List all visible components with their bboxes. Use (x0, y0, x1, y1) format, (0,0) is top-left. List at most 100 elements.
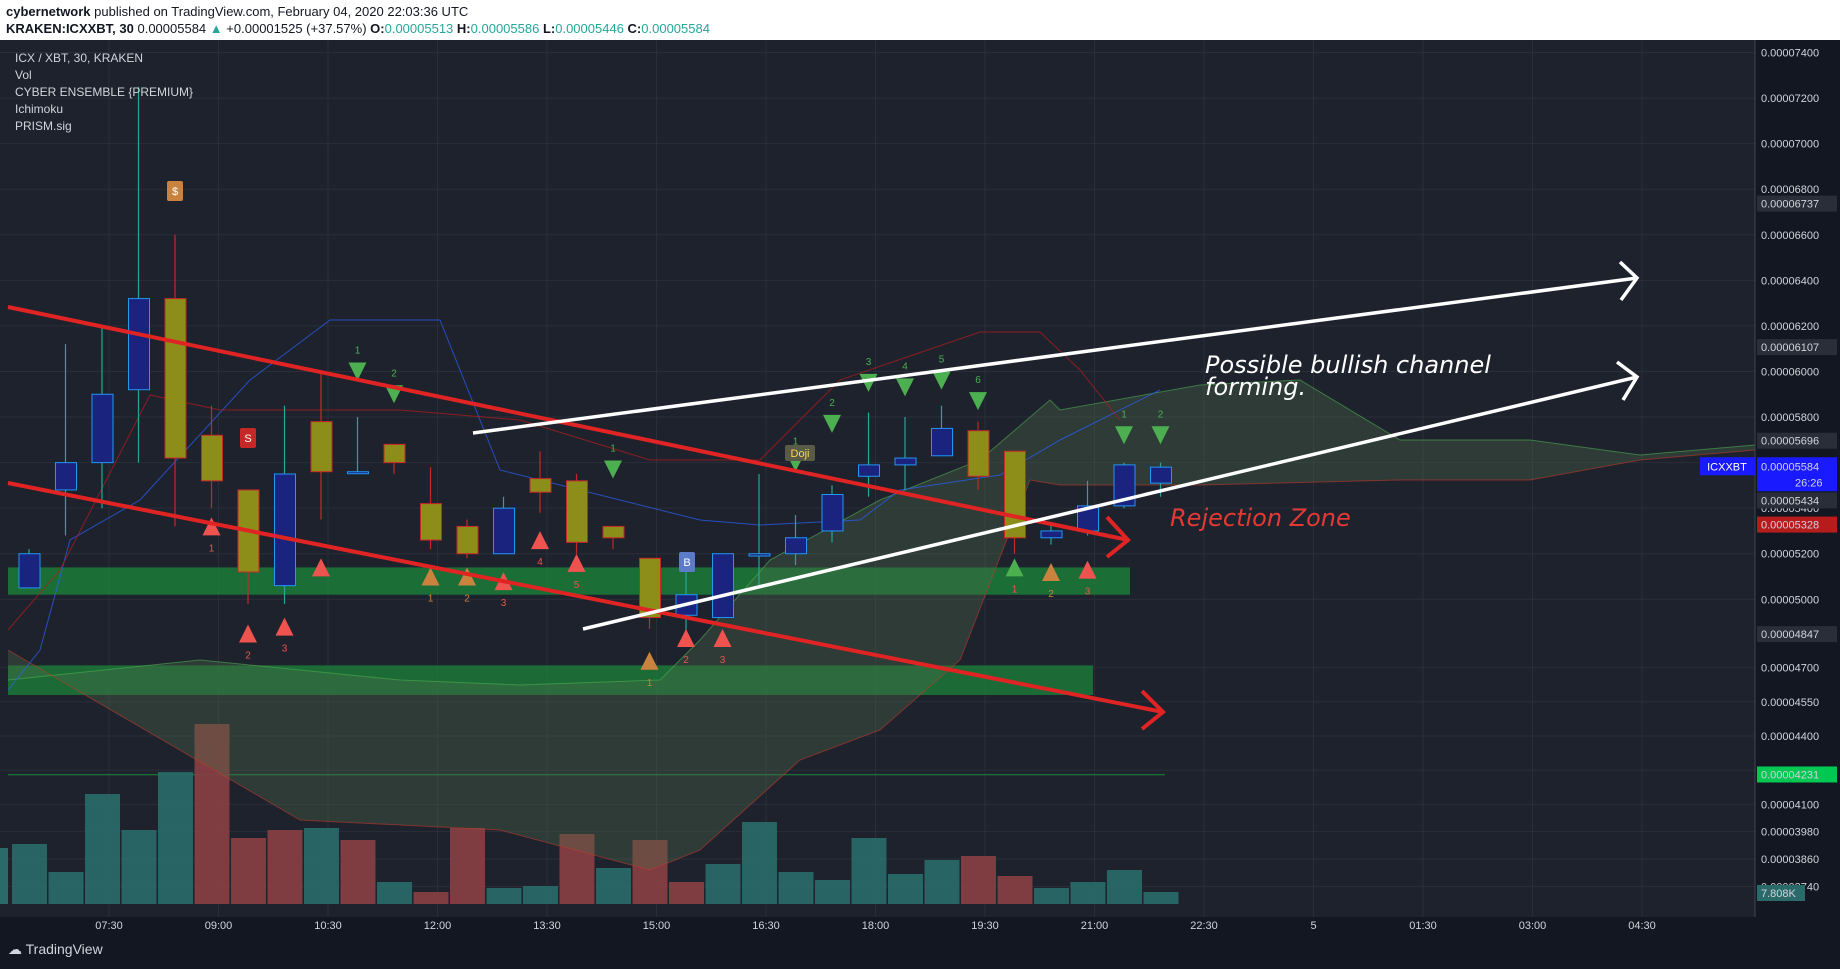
tradingview-logo[interactable]: ☁ TradingView (8, 941, 103, 958)
legend-item: CYBER ENSEMBLE {PREMIUM} (15, 85, 193, 99)
candle-body (712, 553, 734, 619)
volume-bar (12, 844, 47, 904)
sell-badge-text: S (244, 433, 251, 445)
price-tick-label: 0.00006600 (1761, 230, 1819, 242)
time-tick-label: 09:00 (205, 920, 233, 932)
volume-bar (0, 848, 8, 904)
volume-bar (742, 822, 777, 904)
channel-annotation-2: forming. (1205, 373, 1306, 401)
candle-body (310, 421, 333, 473)
price-label-text: 0.00005434 (1761, 495, 1819, 507)
candle-body (347, 471, 369, 475)
sell-signal-triangle (604, 460, 622, 479)
volume-bar (778, 872, 814, 904)
volume-bar (85, 794, 120, 904)
volume-bar (450, 828, 485, 904)
legend-item: Vol (15, 68, 32, 82)
candle-body (274, 473, 296, 587)
signal-count-label: 1 (355, 345, 361, 356)
open-label: O: (370, 21, 385, 36)
volume-bar (961, 856, 996, 904)
symbol-tag-text: ICXXBT (1707, 461, 1747, 473)
countdown-text: 26:26 (1795, 477, 1823, 489)
buy-badge-text: B (683, 557, 690, 569)
price-tick-label: 0.00006800 (1761, 184, 1819, 196)
candle-body (785, 537, 807, 555)
volume-bar (815, 880, 850, 904)
volume-bar (1034, 888, 1069, 904)
price-label-text: 0.00005328 (1761, 520, 1819, 532)
price-tick-label: 0.00003980 (1761, 827, 1819, 839)
volume-bar (1070, 882, 1106, 904)
candle-body (748, 553, 771, 557)
volume-bar (158, 772, 193, 904)
buy-signal-triangle (239, 624, 257, 643)
candle-body (456, 525, 479, 555)
volume-bar (121, 830, 157, 904)
legend-item: PRISM.sig (15, 119, 72, 133)
publish-line: cybernetwork published on TradingView.co… (6, 4, 468, 19)
time-axis[interactable]: 07:30 09:00 10:30 12:00 13:30 15:00 16:30 18:00… (0, 917, 1840, 932)
volume-bar (231, 838, 266, 904)
signal-count-label: 3 (866, 357, 872, 368)
price-chart[interactable]: 121123 4561 21233452 331 2121S$BDoji Possibl… (0, 40, 1840, 932)
ohlc-line: KRAKEN:ICXXBT, 30 0.00005584 ▲ +0.000015… (6, 21, 710, 36)
price-label-text: 0.00006737 (1761, 199, 1819, 211)
volume-bar (1143, 892, 1179, 904)
tradingview-icon: ☁ (8, 941, 22, 957)
signal-count-label: 5 (574, 580, 580, 591)
volume-bar (1107, 870, 1142, 904)
time-tick-label: 18:00 (862, 920, 890, 932)
author-name[interactable]: cybernetwork (6, 4, 91, 19)
candle-body (529, 478, 552, 493)
price-tick-label: 0.00005800 (1761, 412, 1819, 424)
volume-bar (669, 882, 704, 904)
legend-item: Ichimoku (15, 102, 63, 116)
last-price: 0.00005584 (137, 21, 207, 36)
buy-signal-triangle (531, 531, 549, 550)
price-tick-label: 0.00006400 (1761, 275, 1819, 287)
signal-count-label: 5 (939, 355, 945, 366)
price-tick-label: 0.00003860 (1761, 854, 1819, 866)
ichimoku-cloud (7, 319, 1756, 871)
signal-count-label: 2 (245, 650, 251, 661)
price-label-text: 0.00004231 (1761, 769, 1819, 781)
high-value: 0.00005586 (470, 21, 540, 36)
time-tick-label: 21:00 (1081, 920, 1109, 932)
volume-bar (267, 830, 303, 904)
time-axis-bg (0, 917, 1840, 932)
indicator-legend: ICX / XBT, 30, KRAKEN Vol CYBER ENSEMBLE {… (15, 51, 193, 133)
publish-info: published on TradingView.com, February 0… (94, 4, 469, 19)
signal-count-label: 2 (391, 368, 397, 379)
volume-bar (48, 872, 84, 904)
signal-count-label: 1 (1121, 409, 1127, 420)
buy-signal-triangle (275, 617, 294, 636)
time-tick-label: 5 (1310, 920, 1316, 932)
time-tick-label: 10:30 (314, 920, 342, 932)
symbol-label: KRAKEN:ICXXBT, 30 (6, 21, 134, 36)
price-axis[interactable]: 0.00007400 0.00007200 0.00007000 0.00006800… (1700, 40, 1840, 932)
candle-body (493, 507, 515, 555)
signal-count-label: 2 (1158, 409, 1164, 420)
volume-bar (596, 868, 631, 904)
price-tick-label: 0.00004700 (1761, 663, 1819, 675)
signal-count-label: 3 (720, 655, 726, 666)
signal-count-label: 2 (829, 398, 835, 409)
time-tick-label: 16:30 (752, 920, 780, 932)
sell-signal-triangle (823, 414, 841, 433)
candle-body (383, 443, 406, 464)
price-tick-label: 0.00004400 (1761, 731, 1819, 743)
price-tick-label: 0.00005000 (1761, 594, 1819, 606)
volume-bar (340, 840, 376, 904)
time-tick-label: 07:30 (95, 920, 123, 932)
high-label: H: (456, 21, 471, 36)
open-value: 0.00005513 (384, 21, 454, 36)
price-tick-label: 0.00007200 (1761, 93, 1819, 105)
candle-body (1150, 466, 1172, 484)
price-label-text: 0.00006107 (1761, 342, 1819, 354)
time-tick-label: 13:30 (533, 920, 561, 932)
sell-signal-triangle (969, 392, 987, 411)
time-tick-label: 04:30 (1628, 920, 1656, 932)
candle-body (931, 427, 953, 457)
candle-body (201, 434, 223, 482)
